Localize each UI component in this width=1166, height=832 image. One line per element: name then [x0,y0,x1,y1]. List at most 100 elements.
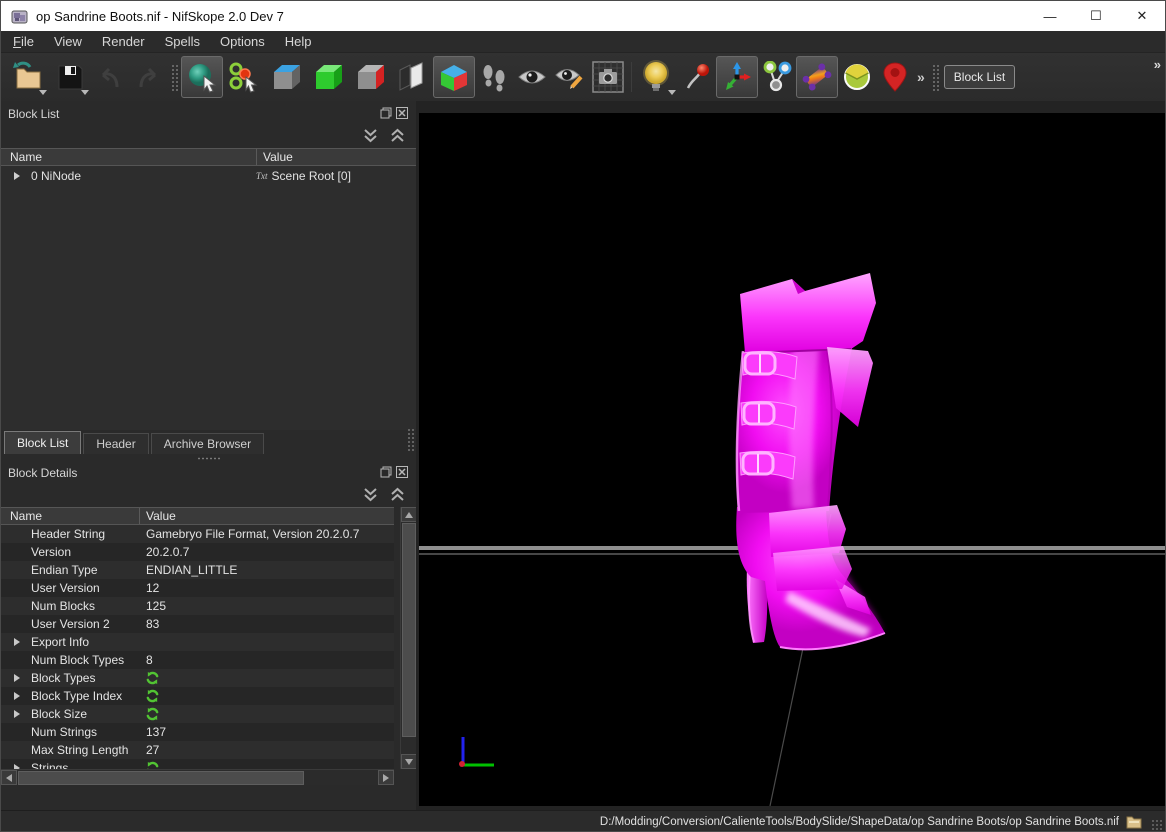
menu-file[interactable]: File [3,32,44,51]
rgb-cube-button[interactable] [433,56,475,98]
table-row[interactable]: Num Strings 137 [1,723,394,741]
column-name[interactable]: Name [1,508,139,524]
marker-pin-button[interactable] [876,56,914,98]
screenshot-button[interactable] [589,56,627,98]
blocklist-toolbar-handle[interactable] [931,63,939,91]
close-panel-icon[interactable] [396,466,408,478]
render-viewport[interactable] [419,113,1166,806]
lightbulb-icon [641,60,673,94]
collapse-all-icon[interactable] [362,487,379,502]
dock-handle[interactable] [407,428,414,452]
column-value[interactable]: Value [140,508,176,524]
table-row[interactable]: Endian Type ENDIAN_LITTLE [1,561,394,579]
menu-help[interactable]: Help [275,32,322,51]
menu-spells[interactable]: Spells [155,32,210,51]
toolbar-separator [631,62,632,92]
redo-button[interactable] [129,56,167,98]
folder-icon[interactable] [1126,815,1143,829]
toolbar-corner-overflow-icon[interactable]: » [1154,57,1161,72]
scroll-left-button[interactable] [1,770,17,785]
table-row[interactable]: Num Block Types 8 [1,651,394,669]
toolbar-overflow-icon[interactable]: » [914,69,928,85]
resize-grip[interactable] [1151,819,1163,831]
horizontal-scrollbar[interactable] [1,769,394,785]
menu-options[interactable]: Options [210,32,275,51]
expand-all-icon[interactable] [389,487,406,502]
cube-red-side-button[interactable] [349,56,391,98]
scene-canvas [419,113,1166,806]
dock-tabbar: Block List Header Archive Browser [1,430,416,454]
table-row[interactable]: Export Info [1,633,394,651]
maximize-button[interactable]: ☐ [1073,1,1119,31]
float-panel-icon[interactable] [380,466,392,478]
redo-icon [134,63,162,91]
table-row[interactable]: Header String Gamebryo File Format, Vers… [1,525,394,543]
axes-button[interactable] [716,56,758,98]
scroll-up-button[interactable] [401,507,417,522]
radar-button[interactable] [838,56,876,98]
column-name[interactable]: Name [1,149,256,165]
table-row[interactable]: Version 20.2.0.7 [1,543,394,561]
constraints-button[interactable] [758,56,796,98]
cube-blue-top-button[interactable] [265,56,307,98]
block-name: 0 NiNode [31,169,256,183]
open-folder-icon [11,61,45,93]
tab-archive-browser[interactable]: Archive Browser [151,433,264,454]
table-row[interactable]: Max String Length 27 [1,741,394,759]
column-value[interactable]: Value [257,149,293,165]
titlebar: op Sandrine Boots.nif - NifSkope 2.0 Dev… [1,1,1165,31]
table-row[interactable]: User Version 12 [1,579,394,597]
table-row[interactable]: Block Types [1,669,394,687]
undo-button[interactable] [91,56,129,98]
scroll-right-button[interactable] [378,770,394,785]
toolbar-handle[interactable] [170,63,178,91]
collapse-all-icon[interactable] [362,128,379,143]
marker-pin-icon [882,61,908,93]
viewport-area [416,101,1166,810]
splitter-grip-icon [197,457,221,460]
block-list-toolbar-button[interactable]: Block List [944,65,1015,89]
block-list-tree[interactable]: 0 NiNode Txt Scene Root [0] [1,166,416,430]
double-sided-button[interactable] [391,56,433,98]
cube-green-button[interactable] [307,56,349,98]
table-row[interactable]: Block Type Index [1,687,394,705]
block-list-panel-title: Block List [8,107,59,121]
visibility-edit-button[interactable] [551,56,589,98]
lighting-button[interactable] [636,56,678,98]
menu-view[interactable]: View [44,32,92,51]
float-panel-icon[interactable] [380,107,392,119]
select-mode-button[interactable] [181,56,223,98]
boot-model [736,273,885,649]
save-button[interactable] [49,56,91,98]
select-sphere-icon [186,61,218,93]
tree-row-ninode[interactable]: 0 NiNode Txt Scene Root [0] [1,166,416,185]
tab-header[interactable]: Header [83,433,148,454]
tab-block-list[interactable]: Block List [4,431,81,454]
table-row[interactable]: User Version 2 83 [1,615,394,633]
table-row[interactable]: Num Blocks 125 [1,597,394,615]
clipped-row[interactable]: Strings [1,759,394,769]
horizontal-scroll-thumb[interactable] [18,771,304,785]
vertex-select-button[interactable] [223,56,265,98]
vertex-point-button[interactable] [678,56,716,98]
table-row[interactable]: Block Size [1,705,394,723]
bone-weights-button[interactable] [796,56,838,98]
scroll-down-button[interactable] [401,754,417,769]
footprints-icon [480,62,508,92]
close-panel-icon[interactable] [396,107,408,119]
block-list-chevron-row [1,124,416,148]
expand-arrow-icon[interactable] [14,172,20,180]
vertical-scrollbar[interactable] [400,507,416,769]
visibility-button[interactable] [513,56,551,98]
statusbar: D:/Modding/Conversion/CalienteTools/Body… [1,810,1165,832]
minimize-button[interactable]: — [1027,1,1073,31]
expand-all-icon[interactable] [389,128,406,143]
app-icon [11,9,28,24]
close-button[interactable]: ✕ [1119,1,1165,31]
open-button[interactable] [7,56,49,98]
menu-render[interactable]: Render [92,32,155,51]
axes-indicator [459,737,494,767]
vertical-scroll-thumb[interactable] [402,523,416,737]
panel-splitter[interactable] [1,454,416,463]
footprints-button[interactable] [475,56,513,98]
